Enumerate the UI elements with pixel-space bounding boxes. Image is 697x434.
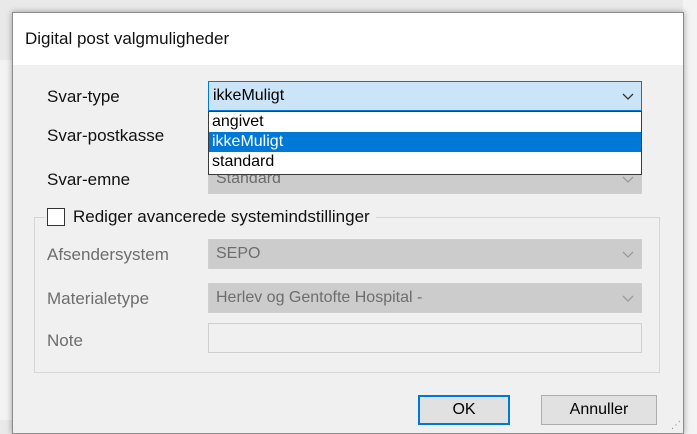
dropdown-option-ikkemuligt[interactable]: ikkeMuligt (209, 132, 641, 152)
advanced-settings-checkbox-label[interactable]: Rediger avancerede systemindstillinger (73, 207, 370, 227)
note-field[interactable] (208, 323, 642, 353)
svar-type-dropdown-list: angivet ikkeMuligt standard (208, 111, 642, 175)
dialog-titlebar: Digital post valgmuligheder (13, 13, 683, 65)
note-label: Note (47, 331, 83, 350)
ok-button[interactable]: OK (418, 395, 510, 425)
dropdown-option-angivet[interactable]: angivet (209, 112, 641, 132)
svar-type-value: ikkeMuligt (213, 87, 285, 104)
digital-post-options-dialog: Digital post valgmuligheder Svar-type ik… (12, 12, 684, 434)
afsendersystem-combobox[interactable]: SEPO (208, 239, 642, 269)
resize-grip-icon[interactable]: ⋰ (671, 420, 681, 431)
materialetype-label: Materialetype (47, 289, 150, 308)
cancel-button[interactable]: Annuller (541, 395, 657, 425)
background-app-left (0, 60, 12, 420)
afsendersystem-label: Afsendersystem (47, 245, 169, 264)
materialetype-combobox[interactable]: Herlev og Gentofte Hospital - (208, 283, 642, 313)
background-app-right (683, 0, 697, 434)
materialetype-value: Herlev og Gentofte Hospital - (216, 289, 423, 306)
svar-emne-label: Svar-emne (47, 170, 131, 189)
dialog-title: Digital post valgmuligheder (25, 29, 230, 48)
dropdown-option-standard[interactable]: standard (209, 152, 641, 172)
svar-postkasse-label: Svar-postkasse (47, 126, 165, 145)
chevron-down-icon[interactable] (621, 89, 635, 103)
svar-type-label: Svar-type (47, 87, 120, 106)
advanced-settings-checkbox-row[interactable]: Rediger avancerede systemindstillinger (45, 205, 376, 229)
afsendersystem-value: SEPO (216, 245, 261, 262)
chevron-down-icon (622, 295, 634, 302)
chevron-down-icon (622, 251, 634, 258)
advanced-settings-checkbox[interactable] (47, 208, 65, 226)
svar-type-combobox[interactable]: ikkeMuligt (208, 81, 642, 111)
